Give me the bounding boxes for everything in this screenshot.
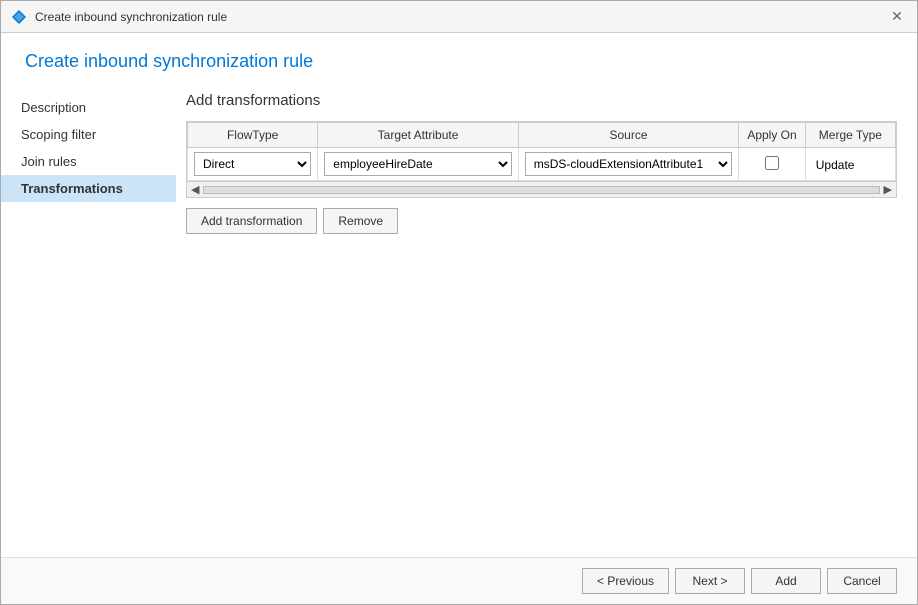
transformation-buttons: Add transformation Remove [186,208,897,234]
sidebar-item-description[interactable]: Description [1,94,176,121]
mergetype-value: Update [812,155,859,175]
sidebar-item-transformations[interactable]: Transformations [1,175,176,202]
main-content-area: Add transformations FlowType Target Attr… [176,82,917,557]
title-bar: Create inbound synchronization rule ✕ [1,1,917,33]
add-button[interactable]: Add [751,568,821,594]
window-header: Create inbound synchronization rule [1,33,917,82]
main-window: Create inbound synchronization rule ✕ Cr… [0,0,918,605]
add-transformation-button[interactable]: Add transformation [186,208,317,234]
footer: < Previous Next > Add Cancel [1,557,917,604]
app-icon [11,9,27,25]
table-row: Direct Expression Constant employeeHireD… [188,148,896,181]
cell-mergetype: Update [805,148,895,181]
title-bar-left: Create inbound synchronization rule [11,9,227,25]
cell-targetattr: employeeHireDate [318,148,518,181]
col-header-source: Source [518,123,739,148]
scroll-left-btn[interactable]: ◀ [191,183,199,196]
sidebar: Description Scoping filter Join rules Tr… [1,82,176,557]
cancel-button[interactable]: Cancel [827,568,897,594]
cell-source: msDS-cloudExtensionAttribute1 [518,148,739,181]
page-title: Create inbound synchronization rule [25,51,893,72]
col-header-targetattr: Target Attribute [318,123,518,148]
cell-flowtype: Direct Expression Constant [188,148,318,181]
next-button[interactable]: Next > [675,568,745,594]
window-content: Description Scoping filter Join rules Tr… [1,82,917,557]
table-header-row: FlowType Target Attribute Source Apply O… [188,123,896,148]
flowtype-select[interactable]: Direct Expression Constant [194,152,311,176]
col-header-flowtype: FlowType [188,123,318,148]
source-select[interactable]: msDS-cloudExtensionAttribute1 [525,152,733,176]
col-header-mergetype: Merge Type [805,123,895,148]
title-bar-title: Create inbound synchronization rule [35,10,227,24]
transformations-table: FlowType Target Attribute Source Apply O… [187,122,896,181]
window-body: Create inbound synchronization rule Desc… [1,33,917,604]
sidebar-item-join-rules[interactable]: Join rules [1,148,176,175]
section-title: Add transformations [186,92,897,109]
scroll-right-btn[interactable]: ▶ [884,183,892,196]
col-header-applyonce: Apply On [739,123,806,148]
close-button[interactable]: ✕ [887,7,907,27]
remove-button[interactable]: Remove [323,208,398,234]
previous-button[interactable]: < Previous [582,568,669,594]
applyonce-checkbox[interactable] [765,156,779,170]
targetattr-select[interactable]: employeeHireDate [324,152,511,176]
cell-applyonce [739,148,806,181]
transformations-table-container: FlowType Target Attribute Source Apply O… [186,121,897,198]
sidebar-item-scoping-filter[interactable]: Scoping filter [1,121,176,148]
